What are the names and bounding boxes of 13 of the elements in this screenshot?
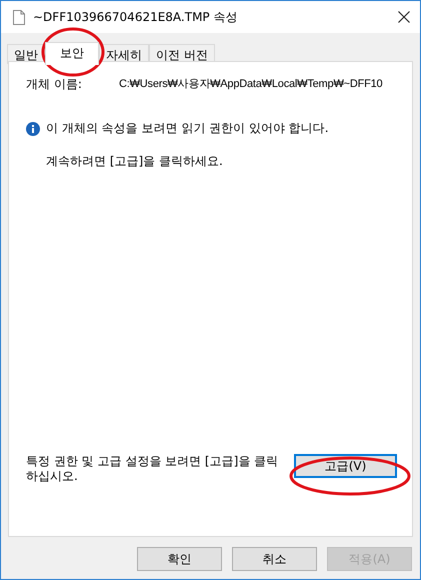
file-icon — [13, 10, 25, 24]
object-name-label: 개체 이름: — [26, 76, 83, 93]
advanced-hint: 특정 권한 및 고급 설정을 보려면 [고급]을 클릭하십시오. — [26, 454, 280, 484]
info-message: 이 개체의 속성을 보려면 읽기 권한이 있어야 합니다. — [46, 120, 329, 137]
object-path: C:₩Users₩사용자₩AppData₩Local₩Temp₩~DFF10 — [119, 77, 382, 92]
info-icon — [26, 122, 40, 136]
tab[interactable]: 보안 — [45, 42, 99, 65]
annotation-ellipse — [41, 27, 105, 77]
dialog-button[interactable]: 취소 — [232, 547, 317, 571]
window-title: ~DFF103966704621E8A.TMP 속성 — [33, 8, 238, 26]
close-icon[interactable] — [398, 11, 410, 23]
dialog-button[interactable]: 확인 — [137, 547, 222, 571]
continue-text: 계속하려면 [고급]을 클릭하세요. — [46, 153, 224, 170]
